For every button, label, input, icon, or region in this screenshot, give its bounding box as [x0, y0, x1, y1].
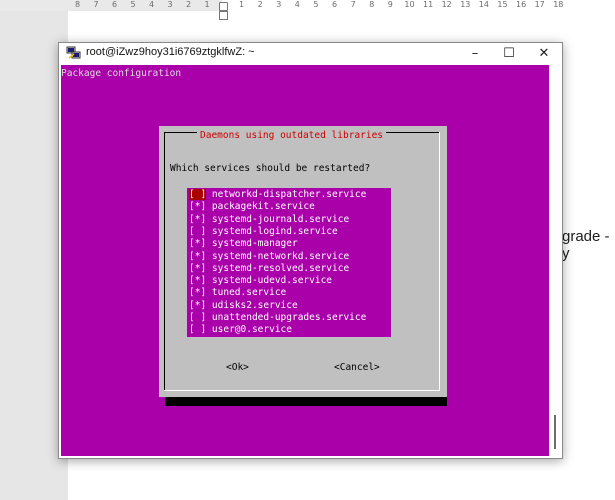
minimize-button[interactable]: – — [458, 43, 492, 64]
indent-marker[interactable] — [219, 2, 228, 11]
ruler-number: 6 — [332, 0, 338, 9]
service-checkbox[interactable]: [*] — [189, 214, 206, 225]
titlebar[interactable]: root@iZwz9hoy31i6769ztgklfwZ: ~ – ☐ ✕ — [59, 43, 562, 64]
service-checklist-item[interactable]: [*] systemd-networkd.service — [189, 251, 349, 263]
service-checklist-item[interactable]: [ ] networkd-dispatcher.service — [189, 189, 366, 201]
document-text-fragment: grade -y — [562, 228, 610, 262]
putty-app-icon — [66, 46, 81, 59]
ok-button[interactable]: <Ok> — [226, 362, 249, 374]
close-button[interactable]: ✕ — [527, 43, 561, 64]
service-name: user@0.service — [211, 324, 292, 336]
service-checklist-item[interactable]: [*] packagekit.service — [189, 201, 315, 213]
ruler-number: 9 — [387, 0, 393, 9]
ruler-number: 16 — [516, 0, 527, 9]
ruler-number: 10 — [404, 0, 415, 9]
ruler-number: 12 — [441, 0, 452, 9]
ruler-number: 13 — [460, 0, 471, 9]
ruler-number: 14 — [478, 0, 489, 9]
dialog-frame-highlight-right — [439, 132, 440, 391]
service-name: networkd-dispatcher.service — [211, 189, 367, 200]
service-checkbox[interactable]: [*] — [189, 238, 206, 249]
ruler-number: 15 — [497, 0, 508, 9]
service-name: systemd-manager — [211, 238, 298, 250]
ruler-number: 3 — [167, 0, 173, 9]
service-name: systemd-networkd.service — [211, 250, 350, 262]
ruler-number: 1 — [239, 0, 245, 9]
ruler-number: 7 — [350, 0, 356, 9]
service-checkbox[interactable]: [*] — [189, 201, 206, 212]
ruler-number: 5 — [130, 0, 136, 9]
ruler-number: 3 — [276, 0, 282, 9]
service-checklist-item[interactable]: [*] systemd-resolved.service — [189, 263, 349, 275]
ruler-number: 18 — [553, 0, 564, 9]
vertical-scrollbar[interactable] — [550, 65, 560, 456]
service-checklist-item[interactable]: [ ] user@0.service — [189, 324, 292, 336]
ruler-number: 1 — [204, 0, 210, 9]
ruler-number: 4 — [294, 0, 300, 9]
service-checklist-item[interactable]: [*] systemd-udevd.service — [189, 275, 332, 287]
service-checklist-item[interactable]: [ ] unattended-upgrades.service — [189, 312, 366, 324]
maximize-button[interactable]: ☐ — [492, 43, 526, 64]
service-name: udisks2.service — [211, 299, 298, 311]
ruler-number: 5 — [313, 0, 319, 9]
ruler-number: 2 — [257, 0, 263, 9]
service-checkbox[interactable]: [ ] — [189, 312, 206, 323]
cancel-button[interactable]: <Cancel> — [334, 362, 380, 374]
service-checklist-item[interactable]: [*] udisks2.service — [189, 300, 298, 312]
service-checkbox[interactable]: [*] — [189, 287, 206, 298]
ruler-number: 8 — [369, 0, 375, 9]
ruler-number: 11 — [423, 0, 434, 9]
ruler-number: 4 — [149, 0, 155, 9]
service-checkbox[interactable]: [ ] — [189, 189, 207, 200]
window-title: root@iZwz9hoy31i6769ztgklfwZ: ~ — [86, 46, 255, 58]
service-checkbox[interactable]: [ ] — [189, 226, 206, 237]
close-icon: ✕ — [538, 46, 550, 61]
service-checkbox[interactable]: [*] — [189, 275, 206, 286]
ruler-number: 2 — [186, 0, 192, 9]
service-name: systemd-journald.service — [211, 213, 350, 225]
service-name: unattended-upgrades.service — [211, 312, 367, 323]
service-checklist-item[interactable]: [*] tuned.service — [189, 287, 286, 299]
screen-header: Package configuration — [61, 68, 182, 79]
dialog-frame-highlight-bottom — [164, 390, 440, 391]
terminal-screen[interactable]: Package configuration Daemons using outd… — [61, 65, 549, 456]
scrollbar-thumb[interactable] — [554, 415, 556, 449]
minimize-icon: – — [471, 46, 479, 61]
service-name: systemd-udevd.service — [211, 275, 333, 287]
service-checkbox[interactable]: [*] — [189, 300, 206, 311]
dialog-prompt: Which services should be restarted? — [170, 163, 371, 174]
ruler-number: 17 — [534, 0, 545, 9]
restart-services-dialog: Daemons using outdated libraries Which s… — [159, 126, 447, 397]
service-checkbox[interactable]: [*] — [189, 251, 206, 262]
ruler-number: 8 — [75, 0, 81, 9]
dialog-title: Daemons using outdated libraries — [197, 130, 387, 142]
maximize-icon: ☐ — [503, 46, 515, 61]
ruler-number: 6 — [112, 0, 118, 9]
service-checkbox[interactable]: [ ] — [189, 324, 206, 335]
service-name: systemd-resolved.service — [211, 262, 350, 274]
ruler-number: 7 — [93, 0, 99, 9]
terminal-window: root@iZwz9hoy31i6769ztgklfwZ: ~ – ☐ ✕ Pa… — [58, 42, 563, 459]
service-name: packagekit.service — [211, 201, 315, 213]
service-name: tuned.service — [211, 287, 287, 299]
service-checklist-item[interactable]: [*] systemd-manager — [189, 238, 298, 250]
service-checkbox[interactable]: [*] — [189, 263, 206, 274]
service-name: systemd-logind.service — [211, 225, 338, 237]
service-checklist-item[interactable]: [*] systemd-journald.service — [189, 214, 349, 226]
service-checklist-item[interactable]: [ ] systemd-logind.service — [189, 226, 338, 238]
document-ruler: 8 7 6 5 4 3 2 1 1 2 3 4 5 6 7 8 9 10 11 12 13 14 15 16 17 18 — [0, 0, 615, 11]
services-checklist[interactable]: [ ] networkd-dispatcher.service [*] packa… — [187, 188, 391, 337]
hanging-indent-marker[interactable] — [219, 11, 228, 20]
